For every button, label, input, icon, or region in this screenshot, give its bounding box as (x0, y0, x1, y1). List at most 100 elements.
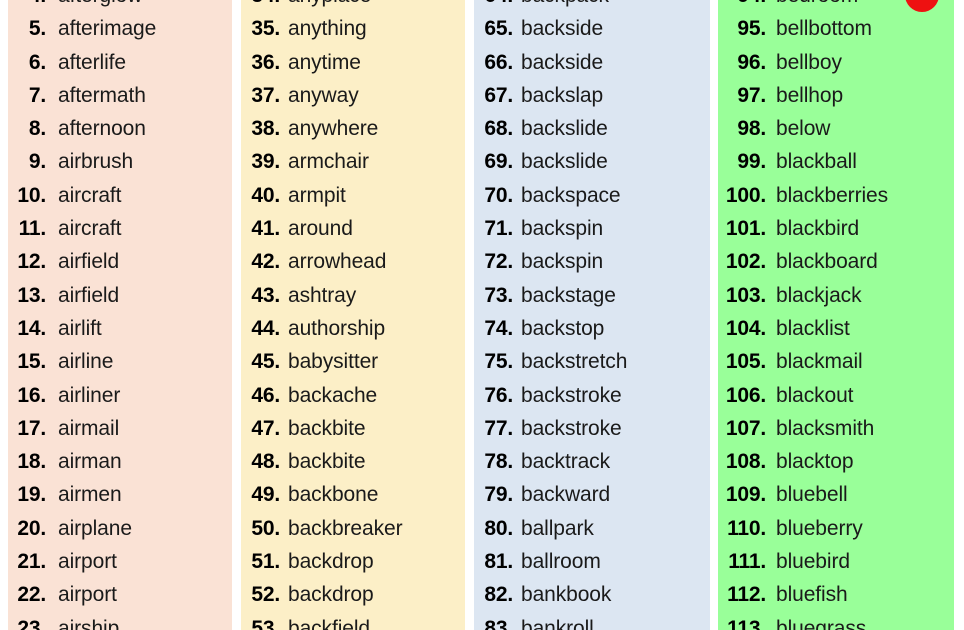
word-text: backward (521, 483, 611, 507)
word-column-1-rows: 4.afterglow5.afterimage6.afterlife7.afte… (8, 0, 232, 630)
word-list-row: 67. backslap (474, 79, 710, 112)
word-number: 38. (251, 117, 280, 141)
word-text: blueberry (776, 516, 863, 540)
word-number: 70. (484, 183, 513, 207)
word-number: 50. (251, 516, 280, 540)
word-number: 107. (725, 416, 766, 440)
word-number: 34. (241, 0, 280, 12)
word-list-row: 103. blackjack (718, 279, 954, 312)
word-number: 41. (251, 217, 280, 241)
word-number: 74. (484, 316, 513, 340)
word-text: afterimage (58, 17, 157, 41)
word-list-row: 23. airship (8, 612, 232, 630)
word-list-row: 74. backstop (474, 312, 710, 345)
word-text: below (776, 117, 831, 141)
word-text: arrowhead (288, 250, 387, 274)
word-list-row: 81. ballroom (474, 545, 710, 578)
word-number: 16. (17, 383, 46, 407)
word-number: 18. (17, 450, 46, 474)
word-text: bellboy (776, 50, 842, 74)
word-list-row: 44. authorship (241, 312, 465, 345)
word-number: 19. (17, 483, 46, 507)
word-list-row: 69. backslide (474, 145, 710, 178)
word-text: blacktop (776, 450, 854, 474)
word-list-row: 50. backbreaker (241, 512, 465, 545)
word-number: 83. (484, 616, 513, 630)
word-text: bellbottom (776, 17, 872, 41)
word-text: ballpark (521, 516, 594, 540)
word-text: airline (58, 350, 114, 374)
word-number: 6. (28, 50, 46, 74)
word-number: 99. (737, 150, 766, 174)
word-text: ballroom (521, 550, 601, 574)
word-number: 17. (17, 416, 46, 440)
word-text: bluebell (776, 483, 848, 507)
word-text: babysitter (288, 350, 379, 374)
word-text: anytime (288, 50, 361, 74)
word-number: 66. (484, 50, 513, 74)
word-number: 108. (725, 450, 766, 474)
word-text: airport (58, 550, 117, 574)
word-number: 103. (725, 283, 766, 307)
word-list-row: 48. backbite (241, 445, 465, 478)
word-number: 94. (718, 0, 766, 12)
word-number: 81. (484, 550, 513, 574)
word-list-row: 5. afterimage (8, 12, 232, 45)
word-number: 43. (251, 283, 280, 307)
word-number: 52. (251, 583, 280, 607)
word-number: 82. (484, 583, 513, 607)
word-column-2-rows: 34.anyplace35.anything36.anytime37.anywa… (241, 0, 465, 630)
word-list-row: 22. airport (8, 578, 232, 611)
word-text: airplane (58, 516, 132, 540)
word-list-row: 14. airlift (8, 312, 232, 345)
word-column-1: 4.afterglow5.afterimage6.afterlife7.afte… (0, 0, 241, 630)
word-number: 8. (28, 117, 46, 141)
word-list-row: 65. backside (474, 12, 710, 45)
word-number: 109. (725, 483, 766, 507)
word-text: blackmail (776, 350, 863, 374)
word-text: bankroll (521, 616, 594, 630)
word-list-row: 78. backtrack (474, 445, 710, 478)
word-text: backstop (521, 316, 605, 340)
word-column-4-rows: 94.bedroom95. bellbottom 96. bellboy 97. bell… (718, 0, 954, 630)
word-text: armchair (288, 150, 369, 174)
word-list-row: 43. ashtray (241, 279, 465, 312)
word-number: 39. (251, 150, 280, 174)
word-list-row: 66. backside (474, 46, 710, 79)
word-number: 48. (251, 450, 280, 474)
word-list-row: 39. armchair (241, 145, 465, 178)
word-column-4: 94.bedroom95. bellbottom 96. bellboy 97. bell… (718, 0, 964, 630)
word-list-row: 12. airfield (8, 245, 232, 278)
word-text: airship (58, 616, 120, 630)
word-list-row: 35. anything (241, 12, 465, 45)
word-column-4-background: 94.bedroom95. bellbottom 96. bellboy 97. bell… (718, 0, 954, 630)
word-text: blacklist (776, 316, 850, 340)
word-number: 72. (484, 250, 513, 274)
word-text: aircraft (58, 183, 122, 207)
word-text: airmen (58, 483, 122, 507)
word-number: 53. (251, 616, 280, 630)
word-list-row: 73. backstage (474, 279, 710, 312)
word-list-row: 40. armpit (241, 179, 465, 212)
word-number: 68. (484, 117, 513, 141)
word-text: backside (521, 17, 604, 41)
word-list-row: 4.afterglow (8, 0, 232, 12)
word-number: 9. (28, 150, 46, 174)
word-number: 7. (28, 83, 46, 107)
word-text: anyplace (280, 0, 371, 12)
word-number: 13. (17, 283, 46, 307)
word-list-row: 47. backbite (241, 412, 465, 445)
word-number: 69. (484, 150, 513, 174)
word-number: 12. (17, 250, 46, 274)
word-list-row: 99. blackball (718, 145, 954, 178)
word-text: airfield (58, 283, 120, 307)
word-number: 110. (727, 516, 766, 540)
word-list-row: 83. bankroll (474, 612, 710, 630)
word-list-row: 51. backdrop (241, 545, 465, 578)
word-text: blackball (776, 150, 857, 174)
word-number: 95. (737, 17, 766, 41)
word-text: anything (288, 17, 367, 41)
word-column-3-rows: 64.backpack65.backside66.backside67.back… (474, 0, 710, 630)
word-list-row: 41. around (241, 212, 465, 245)
word-text: bluefish (776, 583, 848, 607)
